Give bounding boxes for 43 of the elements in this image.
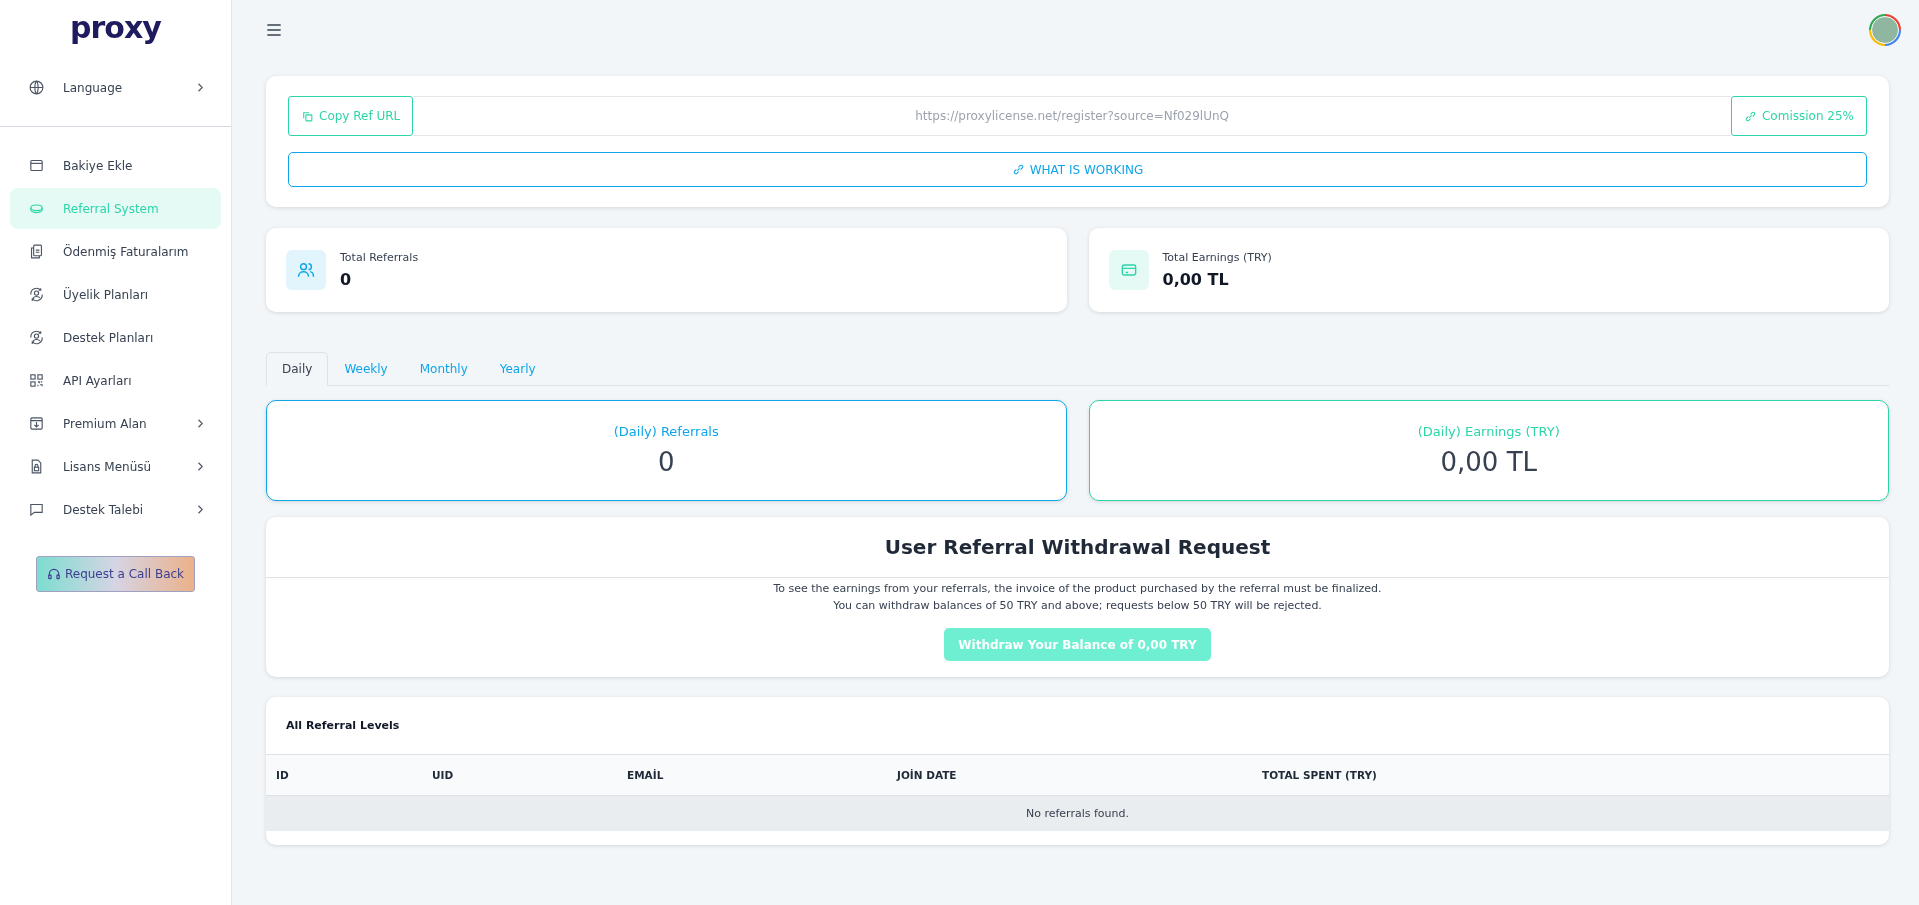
sidebar-item[interactable]: Premium Alan (10, 403, 221, 444)
sidebar-item[interactable]: Lisans Menüsü (10, 446, 221, 487)
column-header: JOİN DATE (895, 769, 958, 781)
period-stat-value: 0 (657, 447, 675, 477)
period-stat-label: (Daily) Referrals (613, 424, 719, 439)
download-icon (28, 415, 45, 432)
period-stat-label: (Daily) Earnings (TRY) (1417, 424, 1560, 439)
withdrawal-note: To see the earnings from your referrals, the invoice of the product purchased by the referral must be finalized. (773, 581, 1382, 597)
stat-value: 0,00 TL (1162, 270, 1230, 289)
avatar[interactable] (1869, 14, 1901, 46)
proxy-logo[interactable]: proxy (70, 10, 161, 45)
link-icon (1011, 163, 1025, 176)
language-menu-item[interactable]: Language (10, 67, 221, 108)
withdrawal-title: User Referral Withdrawal Request (266, 517, 1889, 578)
empty-message: No referrals found. (1025, 807, 1129, 820)
period-tab[interactable]: Daily (266, 352, 329, 386)
qr-icon (28, 372, 45, 389)
column-header: EMAİL (626, 769, 665, 781)
cycle-icon (28, 286, 45, 303)
column-header: TOTAL SPENT (TRY) (1261, 769, 1377, 781)
period-stat-value: 0,00 TL (1440, 447, 1537, 477)
sidebar-item[interactable]: Destek Talebi (10, 489, 221, 530)
sidebar-item[interactable]: Destek Planları (10, 317, 221, 358)
sidebar-item[interactable]: Bakiye Ekle (10, 145, 221, 186)
column-header: ID (275, 769, 290, 781)
withdrawal-note: You can withdraw balances of 50 TRY and above; requests below 50 TRY will be rejected. (833, 598, 1322, 614)
sidebar-item[interactable]: Ödenmiş Faturalarım (10, 231, 221, 272)
doc-icon (28, 243, 45, 260)
link-icon (1744, 109, 1757, 123)
cycle-icon (28, 329, 45, 346)
globe-icon (28, 79, 45, 96)
stat-label: Total Referrals (340, 251, 419, 264)
column-header: UID (431, 769, 455, 781)
sidebar-item[interactable]: API Ayarları (10, 360, 221, 401)
stat-label: Total Earnings (TRY) (1162, 251, 1272, 264)
copy-icon (301, 109, 314, 123)
table-title: All Referral Levels (285, 718, 401, 734)
stat-value: 0 (340, 270, 353, 289)
chat-icon (28, 501, 45, 518)
headset-icon (46, 567, 61, 581)
wallet-icon (28, 157, 45, 174)
request-call-back-button[interactable]: Request a Call Back (36, 556, 195, 592)
sidebar-item[interactable]: Üyelik Planları (10, 274, 221, 315)
